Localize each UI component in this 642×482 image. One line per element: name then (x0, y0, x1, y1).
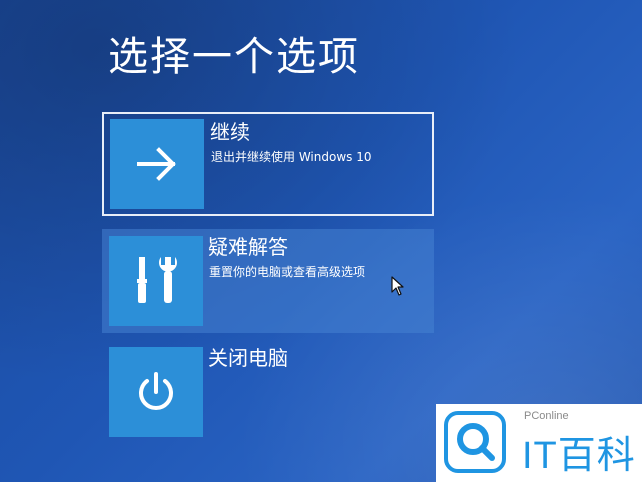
option-troubleshoot-description: 重置你的电脑或查看高级选项 (209, 265, 366, 279)
tools-icon (137, 257, 177, 303)
watermark-badge: PConline IT百科 (436, 404, 642, 482)
option-troubleshoot-title: 疑难解答 (208, 235, 288, 259)
option-continue[interactable]: 继续 退出并继续使用 Windows 10 (102, 112, 434, 216)
watermark-brand-main: IT百科 (522, 435, 636, 477)
option-continue-title: 继续 (210, 120, 250, 144)
option-troubleshoot-tile (109, 236, 203, 326)
option-continue-description: 退出并继续使用 Windows 10 (211, 150, 372, 164)
power-icon (139, 372, 173, 410)
option-turn-off[interactable]: 关闭电脑 (102, 340, 434, 444)
recovery-screen: 选择一个选项 继续 退出并继续使用 Windows 10 疑难解答 重置你的电脑… (0, 0, 642, 482)
option-continue-tile (110, 119, 204, 209)
watermark-brand-small: PConline (524, 410, 569, 422)
option-troubleshoot[interactable]: 疑难解答 重置你的电脑或查看高级选项 (102, 229, 434, 333)
option-turn-off-tile (109, 347, 203, 437)
arrow-right-icon (137, 147, 176, 181)
page-title: 选择一个选项 (108, 34, 360, 80)
mouse-cursor-icon (391, 276, 404, 296)
search-logo-icon (444, 411, 506, 473)
option-turn-off-title: 关闭电脑 (208, 346, 288, 370)
